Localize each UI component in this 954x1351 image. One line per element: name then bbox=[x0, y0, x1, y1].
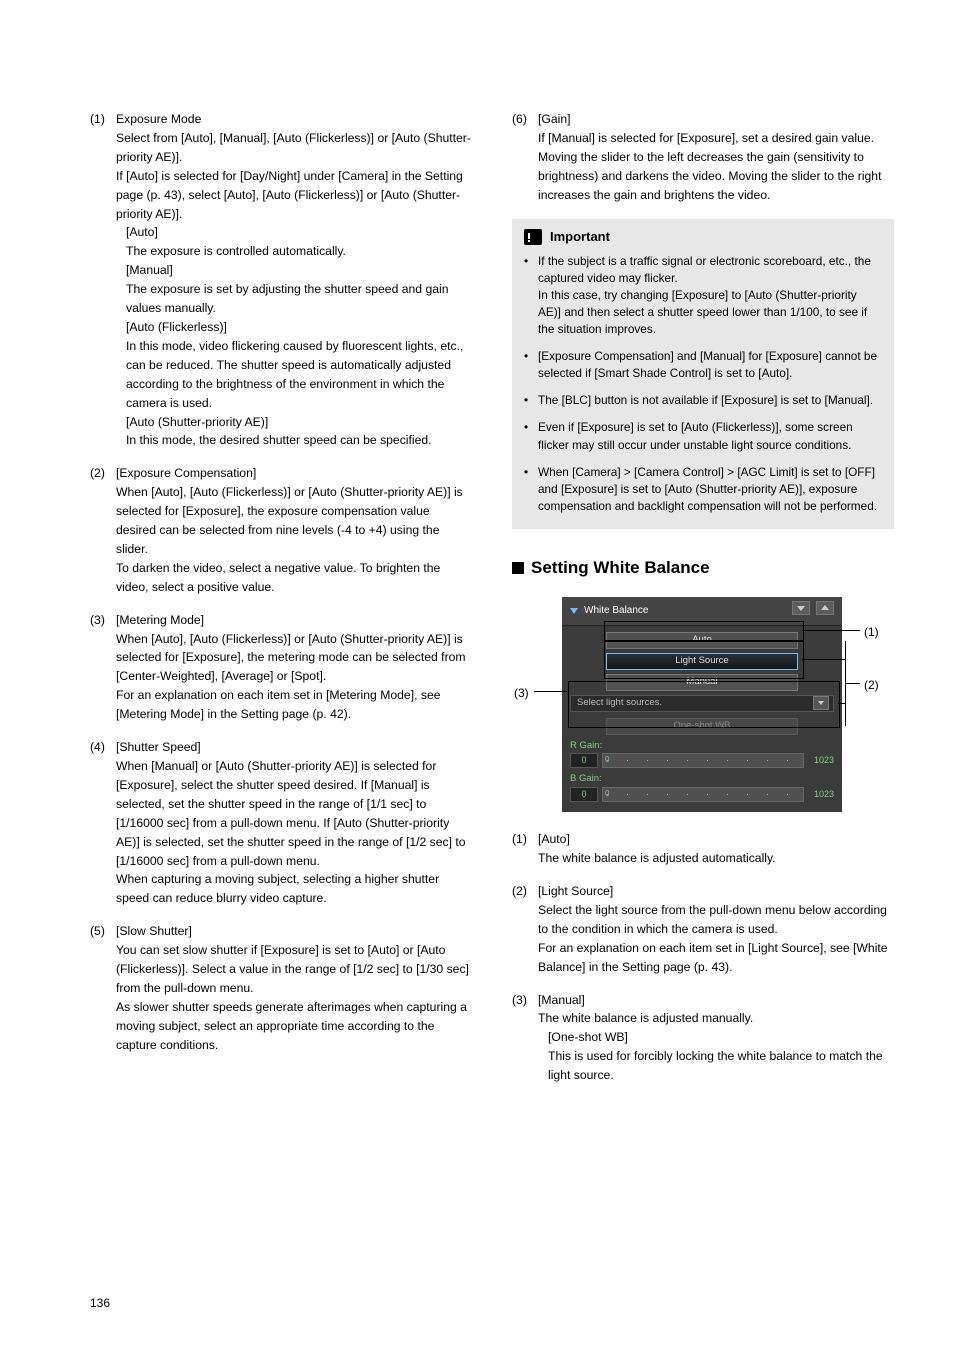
item-title: [Light Source] bbox=[538, 882, 894, 901]
right-column: (6) [Gain] If [Manual] is selected for [… bbox=[512, 110, 894, 1099]
item-title: [Shutter Speed] bbox=[116, 738, 472, 757]
item-title: [Auto] bbox=[538, 830, 894, 849]
callout-line bbox=[838, 703, 845, 704]
wb-light-source-button[interactable]: Light Source bbox=[606, 653, 798, 670]
wb-item-light-source: (2) [Light Source] Select the light sour… bbox=[512, 882, 894, 977]
item-title: [Metering Mode] bbox=[116, 611, 472, 630]
sub-heading: [Auto (Shutter-priority AE)] bbox=[126, 413, 472, 432]
r-gain-slider[interactable]: 0 0 1023 bbox=[570, 753, 834, 768]
callout-label-1: (1) bbox=[864, 623, 879, 642]
item-text: You can set slow shutter if [Exposure] i… bbox=[116, 941, 472, 1054]
important-title: Important bbox=[550, 227, 610, 247]
white-balance-figure: White Balance Auto Light Source Manual S… bbox=[562, 597, 892, 812]
sub-heading: [One-shot WB] bbox=[548, 1028, 894, 1047]
item-number: (4) bbox=[90, 738, 116, 908]
item-title: [Exposure Compensation] bbox=[116, 464, 472, 483]
r-gain-max: 1023 bbox=[808, 754, 834, 768]
item-number: (1) bbox=[512, 830, 538, 868]
item-text: When [Auto], [Auto (Flickerless)] or [Au… bbox=[116, 630, 472, 725]
important-bullet: •The [BLC] button is not available if [E… bbox=[524, 392, 882, 409]
wb-item-auto: (1) [Auto] The white balance is adjusted… bbox=[512, 830, 894, 868]
r-gain-label: R Gain: bbox=[570, 739, 834, 754]
b-gain-value: 0 bbox=[570, 787, 598, 802]
item-text: When [Manual] or [Auto (Shutter-priority… bbox=[116, 757, 472, 908]
sub-text: The exposure is set by adjusting the shu… bbox=[126, 280, 472, 318]
item-text: The white balance is adjusted automatica… bbox=[538, 849, 894, 868]
collapse-icon[interactable] bbox=[570, 608, 578, 614]
item-number: (6) bbox=[512, 110, 538, 205]
item-number: (1) bbox=[90, 110, 116, 450]
panel-nav-up-icon[interactable] bbox=[816, 601, 834, 615]
item-exposure-comp: (2) [Exposure Compensation] When [Auto],… bbox=[90, 464, 472, 596]
select-placeholder: Select light sources. bbox=[577, 696, 662, 711]
slider-track[interactable]: 0 bbox=[602, 787, 804, 802]
one-shot-wb-button[interactable]: One-shot WB bbox=[606, 718, 798, 735]
item-text: When [Auto], [Auto (Flickerless)] or [Au… bbox=[116, 483, 472, 596]
item-text: The white balance is adjusted manually. bbox=[538, 1009, 894, 1028]
b-gain-max: 1023 bbox=[808, 788, 834, 802]
sub-text: In this mode, video flickering caused by… bbox=[126, 337, 472, 413]
item-text: If [Manual] is selected for [Exposure], … bbox=[538, 129, 894, 205]
chevron-down-icon bbox=[813, 696, 829, 710]
item-number: (3) bbox=[512, 991, 538, 1086]
important-bullet: •Even if [Exposure] is set to [Auto (Fli… bbox=[524, 419, 882, 453]
sub-heading: [Auto] bbox=[126, 223, 472, 242]
slider-track[interactable]: 0 bbox=[602, 753, 804, 768]
panel-titlebar[interactable]: White Balance bbox=[562, 597, 842, 626]
important-note: Important •If the subject is a traffic s… bbox=[512, 219, 894, 529]
b-gain-label: B Gain: bbox=[570, 772, 834, 787]
r-gain-value: 0 bbox=[570, 753, 598, 768]
item-metering-mode: (3) [Metering Mode] When [Auto], [Auto (… bbox=[90, 611, 472, 724]
sub-text: In this mode, the desired shutter speed … bbox=[126, 431, 472, 450]
square-bullet-icon bbox=[512, 562, 524, 574]
callout-label-3: (3) bbox=[514, 684, 529, 703]
panel-nav-down-icon[interactable] bbox=[792, 601, 810, 615]
item-shutter-speed: (4) [Shutter Speed] When [Manual] or [Au… bbox=[90, 738, 472, 908]
item-number: (3) bbox=[90, 611, 116, 724]
item-exposure-mode: (1) Exposure Mode Select from [Auto], [M… bbox=[90, 110, 472, 450]
b-gain-slider[interactable]: 0 0 1023 bbox=[570, 787, 834, 802]
item-number: (5) bbox=[90, 922, 116, 1054]
sub-heading: [Manual] bbox=[126, 261, 472, 280]
sub-heading: [Auto (Flickerless)] bbox=[126, 318, 472, 337]
wb-manual-button[interactable]: Manual bbox=[606, 674, 798, 691]
section-heading: Setting White Balance bbox=[512, 555, 894, 581]
item-text: Select from [Auto], [Manual], [Auto (Fli… bbox=[116, 129, 472, 224]
item-number: (2) bbox=[512, 882, 538, 977]
callout-line bbox=[802, 630, 860, 631]
sub-text: The exposure is controlled automatically… bbox=[126, 242, 472, 261]
item-number: (2) bbox=[90, 464, 116, 596]
wb-item-manual: (3) [Manual] The white balance is adjust… bbox=[512, 991, 894, 1086]
callout-label-2: (2) bbox=[864, 676, 879, 695]
item-title: Exposure Mode bbox=[116, 110, 472, 129]
callout-line bbox=[845, 683, 860, 684]
item-gain: (6) [Gain] If [Manual] is selected for [… bbox=[512, 110, 894, 205]
important-bullet: •If the subject is a traffic signal or e… bbox=[524, 253, 882, 338]
page-number: 136 bbox=[90, 1294, 110, 1313]
panel-title-text: White Balance bbox=[584, 603, 648, 619]
wb-auto-button[interactable]: Auto bbox=[606, 632, 798, 649]
item-title: [Gain] bbox=[538, 110, 894, 129]
section-title: Setting White Balance bbox=[531, 555, 710, 581]
important-bullet: •When [Camera] > [Camera Control] > [AGC… bbox=[524, 464, 882, 515]
callout-line bbox=[534, 691, 568, 692]
item-slow-shutter: (5) [Slow Shutter] You can set slow shut… bbox=[90, 922, 472, 1054]
item-title: [Manual] bbox=[538, 991, 894, 1010]
white-balance-panel: White Balance Auto Light Source Manual S… bbox=[562, 597, 842, 812]
important-bullet: •[Exposure Compensation] and [Manual] fo… bbox=[524, 348, 882, 382]
item-title: [Slow Shutter] bbox=[116, 922, 472, 941]
callout-line bbox=[802, 659, 845, 660]
sub-text: This is used for forcibly locking the wh… bbox=[548, 1047, 894, 1085]
light-source-select[interactable]: Select light sources. bbox=[570, 695, 834, 712]
left-column: (1) Exposure Mode Select from [Auto], [M… bbox=[90, 110, 472, 1099]
item-text: Select the light source from the pull-do… bbox=[538, 901, 894, 977]
important-icon bbox=[524, 229, 542, 245]
